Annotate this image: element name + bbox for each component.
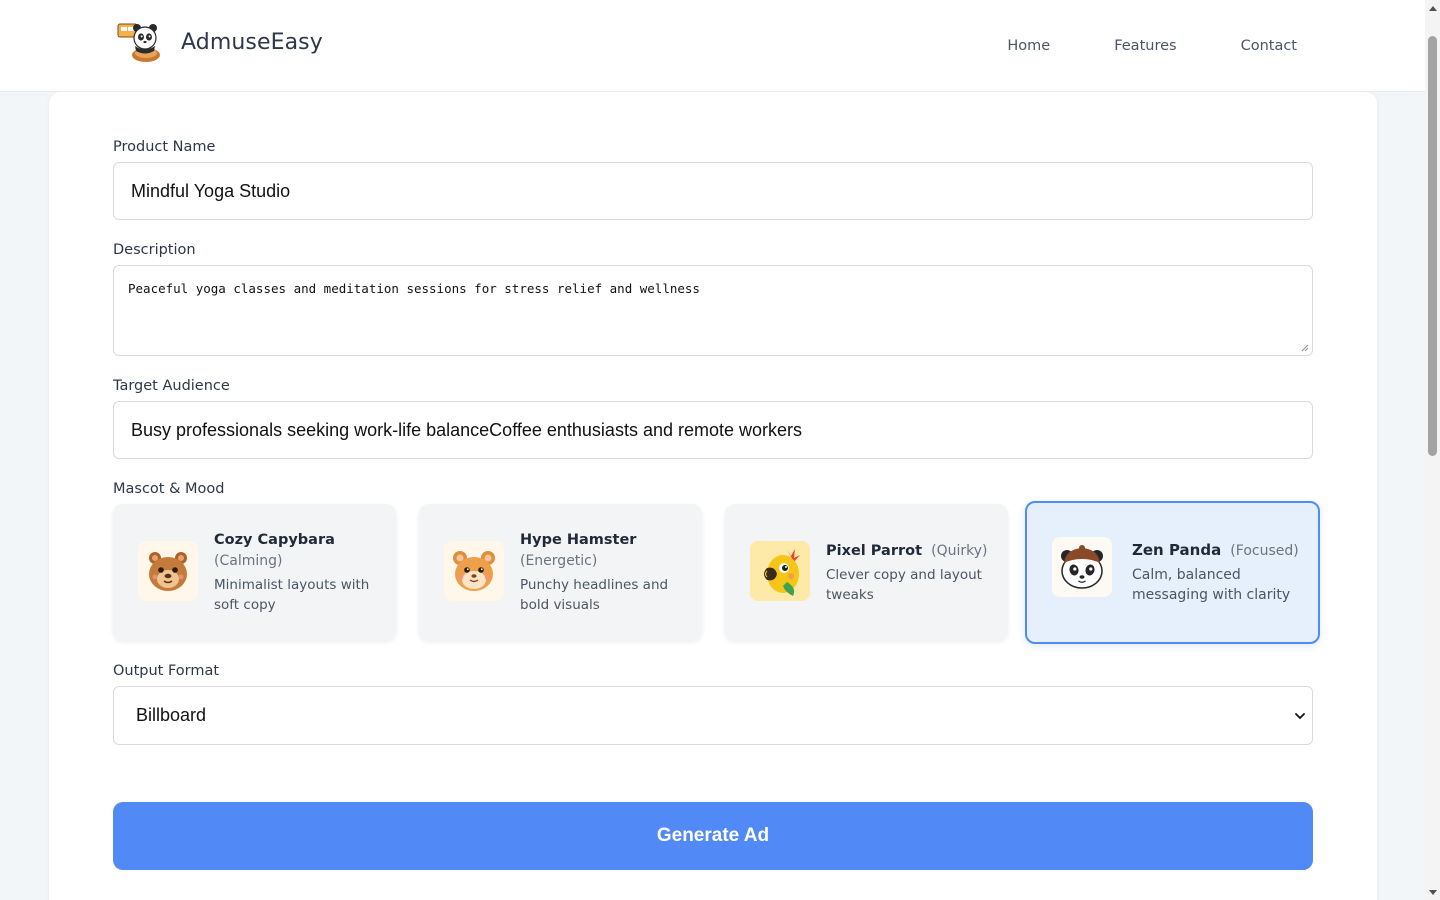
product-name-label: Product Name bbox=[113, 139, 216, 155]
mascot-text: Cozy Capybara (Calming) Minimalist layou… bbox=[214, 504, 386, 640]
nav-link-features[interactable]: Features bbox=[1114, 38, 1176, 54]
nav-links: Home Features Contact bbox=[1007, 38, 1297, 54]
description-text: Peaceful yoga classes and meditation ses… bbox=[128, 281, 700, 296]
mascot-name: Hype Hamster bbox=[520, 532, 637, 548]
resize-grip-icon[interactable] bbox=[1301, 344, 1309, 352]
output-format-label: Output Format bbox=[113, 663, 220, 679]
mascot-mood: (Focused) bbox=[1230, 543, 1299, 559]
capybara-icon bbox=[138, 541, 198, 601]
mascot-description: Clever copy and layout tweaks bbox=[826, 566, 982, 603]
mascot-mood: (Calming) bbox=[214, 553, 283, 569]
mascot-name: Zen Panda bbox=[1132, 541, 1222, 559]
nav-link-home[interactable]: Home bbox=[1007, 38, 1050, 54]
mascot-name: Pixel Parrot bbox=[826, 542, 923, 559]
mascot-text: Pixel Parrot (Quirky) Clever copy and la… bbox=[826, 504, 998, 640]
output-format-value: Billboard bbox=[136, 705, 207, 725]
scrollbar-thumb[interactable] bbox=[1428, 36, 1437, 456]
mascot-description: Calm, balanced messaging with clarity bbox=[1132, 567, 1291, 603]
vertical-scrollbar[interactable] bbox=[1425, 0, 1440, 900]
mascot-description: Minimalist layouts with soft copy bbox=[214, 577, 370, 613]
parrot-icon bbox=[750, 541, 810, 601]
mascot-option-hype-hamster[interactable]: Hype Hamster (Energetic) Punchy headline… bbox=[419, 504, 702, 640]
ad-generator-form-card: Product Name Mindful Yoga Studio Descrip… bbox=[49, 92, 1377, 900]
mascot-option-pixel-parrot[interactable]: Pixel Parrot (Quirky) Clever copy and la… bbox=[725, 504, 1008, 640]
product-name-input[interactable]: Mindful Yoga Studio bbox=[113, 162, 1313, 220]
scroll-up-arrow-icon[interactable] bbox=[1425, 0, 1440, 15]
nav-link-contact[interactable]: Contact bbox=[1241, 38, 1297, 54]
target-audience-input[interactable]: Busy professionals seeking work-life bal… bbox=[113, 401, 1313, 459]
target-audience-label: Target Audience bbox=[113, 378, 230, 394]
chevron-down-icon bbox=[1295, 713, 1305, 720]
generate-ad-button[interactable]: Generate Ad bbox=[113, 802, 1313, 870]
description-textarea[interactable]: Peaceful yoga classes and meditation ses… bbox=[113, 265, 1313, 356]
panda-mascot-logo-icon bbox=[117, 23, 160, 62]
description-label: Description bbox=[113, 242, 196, 258]
top-navbar: AdmuseEasy Home Features Contact bbox=[0, 0, 1425, 92]
brand[interactable]: AdmuseEasy bbox=[117, 20, 323, 64]
panda-icon bbox=[1052, 537, 1112, 597]
scroll-down-arrow-icon[interactable] bbox=[1425, 885, 1440, 900]
mascot-mood: (Energetic) bbox=[520, 553, 598, 569]
mascot-text: Hype Hamster (Energetic) Punchy headline… bbox=[520, 504, 692, 640]
output-format-select[interactable]: Billboard bbox=[113, 686, 1313, 745]
mascot-text: Zen Panda (Focused) Calm, balanced messa… bbox=[1132, 503, 1308, 642]
mascot-option-cozy-capybara[interactable]: Cozy Capybara (Calming) Minimalist layou… bbox=[113, 504, 396, 640]
brand-name: AdmuseEasy bbox=[181, 29, 323, 55]
mascot-description: Punchy headlines and bold visuals bbox=[520, 577, 669, 613]
mascot-name: Cozy Capybara bbox=[214, 532, 335, 548]
hamster-icon bbox=[444, 541, 504, 601]
mascot-mood: (Quirky) bbox=[931, 542, 988, 559]
mascot-option-zen-panda[interactable]: Zen Panda (Focused) Calm, balanced messa… bbox=[1025, 501, 1320, 644]
mascot-mood-label: Mascot & Mood bbox=[113, 481, 225, 497]
